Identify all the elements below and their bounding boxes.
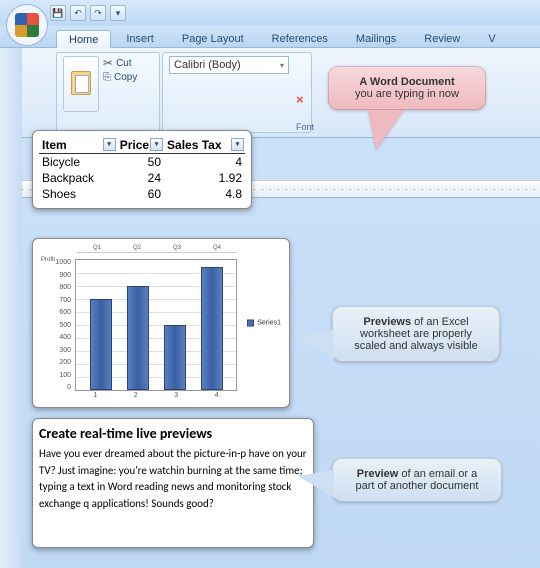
copy-label: Copy (114, 72, 137, 83)
callout-word-document: A Word Document you are typing in now (328, 66, 486, 110)
doc-preview-body: Have you ever dreamed about the picture-… (39, 446, 307, 512)
cut-label: Cut (116, 58, 132, 69)
callout-1-bold: A Word Document (359, 76, 454, 88)
preview-document: Create real-time live previews Have you … (32, 418, 314, 548)
tab-mailings[interactable]: Mailings (343, 29, 409, 47)
cut-button[interactable]: ✂ Cut (103, 56, 137, 70)
scissors-icon: ✂ (103, 56, 113, 70)
preview-excel-chart: Q1 Q2 Q3 Q4 Profit 1000 900 800 700 600 … (32, 238, 290, 408)
bar-3 (164, 325, 186, 390)
legend-label: Series1 (257, 320, 281, 327)
chart-plot-area (75, 259, 237, 391)
tab-home[interactable]: Home (56, 30, 111, 48)
bar-chart: Q1 Q2 Q3 Q4 Profit 1000 900 800 700 600 … (39, 245, 283, 401)
qat-customize-button[interactable]: ▾ (110, 5, 126, 21)
filter-icon[interactable]: ▾ (231, 138, 244, 151)
bar-2 (127, 286, 149, 390)
tab-review[interactable]: Review (411, 29, 473, 47)
clipboard-icon (71, 71, 91, 95)
preview-excel-table: Item▾ Price▾ Sales Tax▾ Bicycle504 Backp… (32, 130, 252, 209)
col-tax[interactable]: Sales Tax▾ (164, 137, 245, 154)
chart-legend: Series1 (247, 320, 281, 327)
font-group-label: Font (296, 122, 314, 132)
bar-1 (90, 299, 112, 390)
chart-x-axis: 1 2 3 4 (75, 392, 237, 401)
copy-button[interactable]: ⎘ Copy (103, 72, 137, 83)
callout-3-bold: Preview (357, 468, 399, 480)
tab-view-partial[interactable]: V (475, 29, 508, 47)
copy-icon: ⎘ (103, 72, 111, 83)
legend-swatch (247, 320, 254, 327)
qat-undo-button[interactable]: ↶ (70, 5, 86, 21)
callout-email-preview: Preview of an email or a part of another… (332, 458, 502, 502)
left-margin-strip (0, 48, 22, 568)
chevron-down-icon: ▾ (280, 61, 284, 70)
tab-insert[interactable]: Insert (113, 29, 167, 47)
paste-button[interactable] (63, 56, 99, 112)
filter-icon[interactable]: ▾ (103, 138, 116, 151)
quick-access-toolbar: 💾 ↶ ↷ ▾ (0, 0, 540, 26)
col-item[interactable]: Item▾ (39, 137, 117, 154)
clipboard-group: ✂ Cut ⎘ Copy (56, 52, 160, 133)
chart-y-axis: 1000 900 800 700 600 500 400 300 200 100… (39, 259, 73, 391)
callout-excel-preview: Previews of an Excel worksheet are prope… (332, 306, 500, 362)
office-button[interactable] (6, 4, 48, 46)
ribbon-tabs: Home Insert Page Layout References Maili… (0, 26, 540, 48)
chart-source-header: Q1 Q2 Q3 Q4 (77, 245, 237, 253)
font-name-combo[interactable]: Calibri (Body) ▾ (169, 56, 289, 74)
table-row: Shoes604.8 (39, 186, 245, 202)
tab-page-layout[interactable]: Page Layout (169, 29, 257, 47)
word-window: 💾 ↶ ↷ ▾ Home Insert Page Layout Referenc… (0, 0, 540, 568)
callout-2-bold: Previews (363, 316, 411, 328)
table-row: Bicycle504 (39, 154, 245, 171)
table-row: Backpack241.92 (39, 170, 245, 186)
qat-redo-button[interactable]: ↷ (90, 5, 106, 21)
chart-bars (76, 260, 236, 390)
tab-references[interactable]: References (259, 29, 341, 47)
col-price[interactable]: Price▾ (117, 137, 164, 154)
font-group: Calibri (Body) ▾ (162, 52, 312, 133)
qat-save-button[interactable]: 💾 (50, 5, 66, 21)
filter-icon[interactable]: ▾ (150, 138, 163, 151)
data-table: Item▾ Price▾ Sales Tax▾ Bicycle504 Backp… (39, 137, 245, 202)
callout-1-text: you are typing in now (355, 88, 459, 100)
bar-4 (201, 267, 223, 391)
font-name-value: Calibri (Body) (174, 59, 241, 71)
doc-preview-heading: Create real-time live previews (39, 425, 307, 442)
